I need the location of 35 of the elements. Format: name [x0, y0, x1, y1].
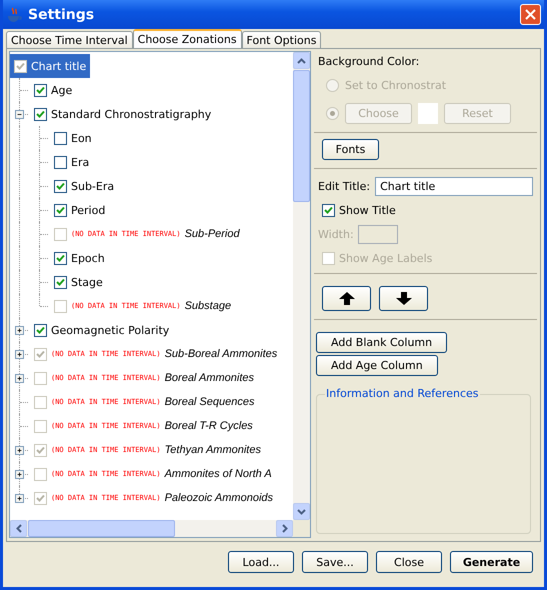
- field-label: Width:: [318, 228, 354, 241]
- checkbox-label: Show Title: [339, 204, 396, 217]
- radio-label: Set to Chronostrat: [345, 78, 446, 92]
- section-label: Background Color:: [318, 55, 420, 68]
- move-up-button[interactable]: [322, 286, 371, 311]
- field-label: Edit Title:: [318, 180, 370, 193]
- title-input[interactable]: Chart title: [375, 177, 533, 196]
- vertical-scrollbar[interactable]: [293, 52, 310, 520]
- tab[interactable]: Choose Zonations: [132, 29, 242, 48]
- checkbox[interactable]: [322, 204, 335, 217]
- horizontal-scrollbar[interactable]: [10, 520, 310, 537]
- coffee-cup-icon: [6, 6, 22, 22]
- fonts-button[interactable]: Fonts: [322, 139, 379, 160]
- chevron-left-icon[interactable]: [16, 524, 22, 533]
- tab[interactable]: Choose Time Interval: [6, 31, 133, 48]
- dialog-button[interactable]: Close: [376, 551, 442, 573]
- dialog-button[interactable]: Load...: [228, 551, 294, 573]
- chevron-right-icon[interactable]: [282, 524, 288, 533]
- dialog-button[interactable]: Save...: [302, 551, 368, 573]
- chevron-up-icon[interactable]: [297, 58, 306, 64]
- close-button[interactable]: [520, 4, 541, 25]
- dialog-button[interactable]: Generate: [450, 551, 533, 573]
- add-column-button[interactable]: Add Blank Column: [316, 332, 448, 353]
- group-title: Information and References: [325, 387, 480, 400]
- add-column-button[interactable]: Add Age Column: [316, 355, 438, 376]
- move-down-button[interactable]: [379, 286, 428, 311]
- tab[interactable]: Font Options: [242, 31, 322, 48]
- checkbox-label: Show Age Labels: [339, 252, 432, 265]
- scrollbar-corner: [293, 520, 310, 537]
- chevron-down-icon[interactable]: [297, 508, 306, 514]
- arrow-down-icon: [396, 292, 412, 305]
- arrow-up-icon: [338, 292, 354, 305]
- window-title: Settings: [28, 6, 96, 22]
- color-swatch: [418, 102, 438, 124]
- close-icon: [525, 9, 536, 20]
